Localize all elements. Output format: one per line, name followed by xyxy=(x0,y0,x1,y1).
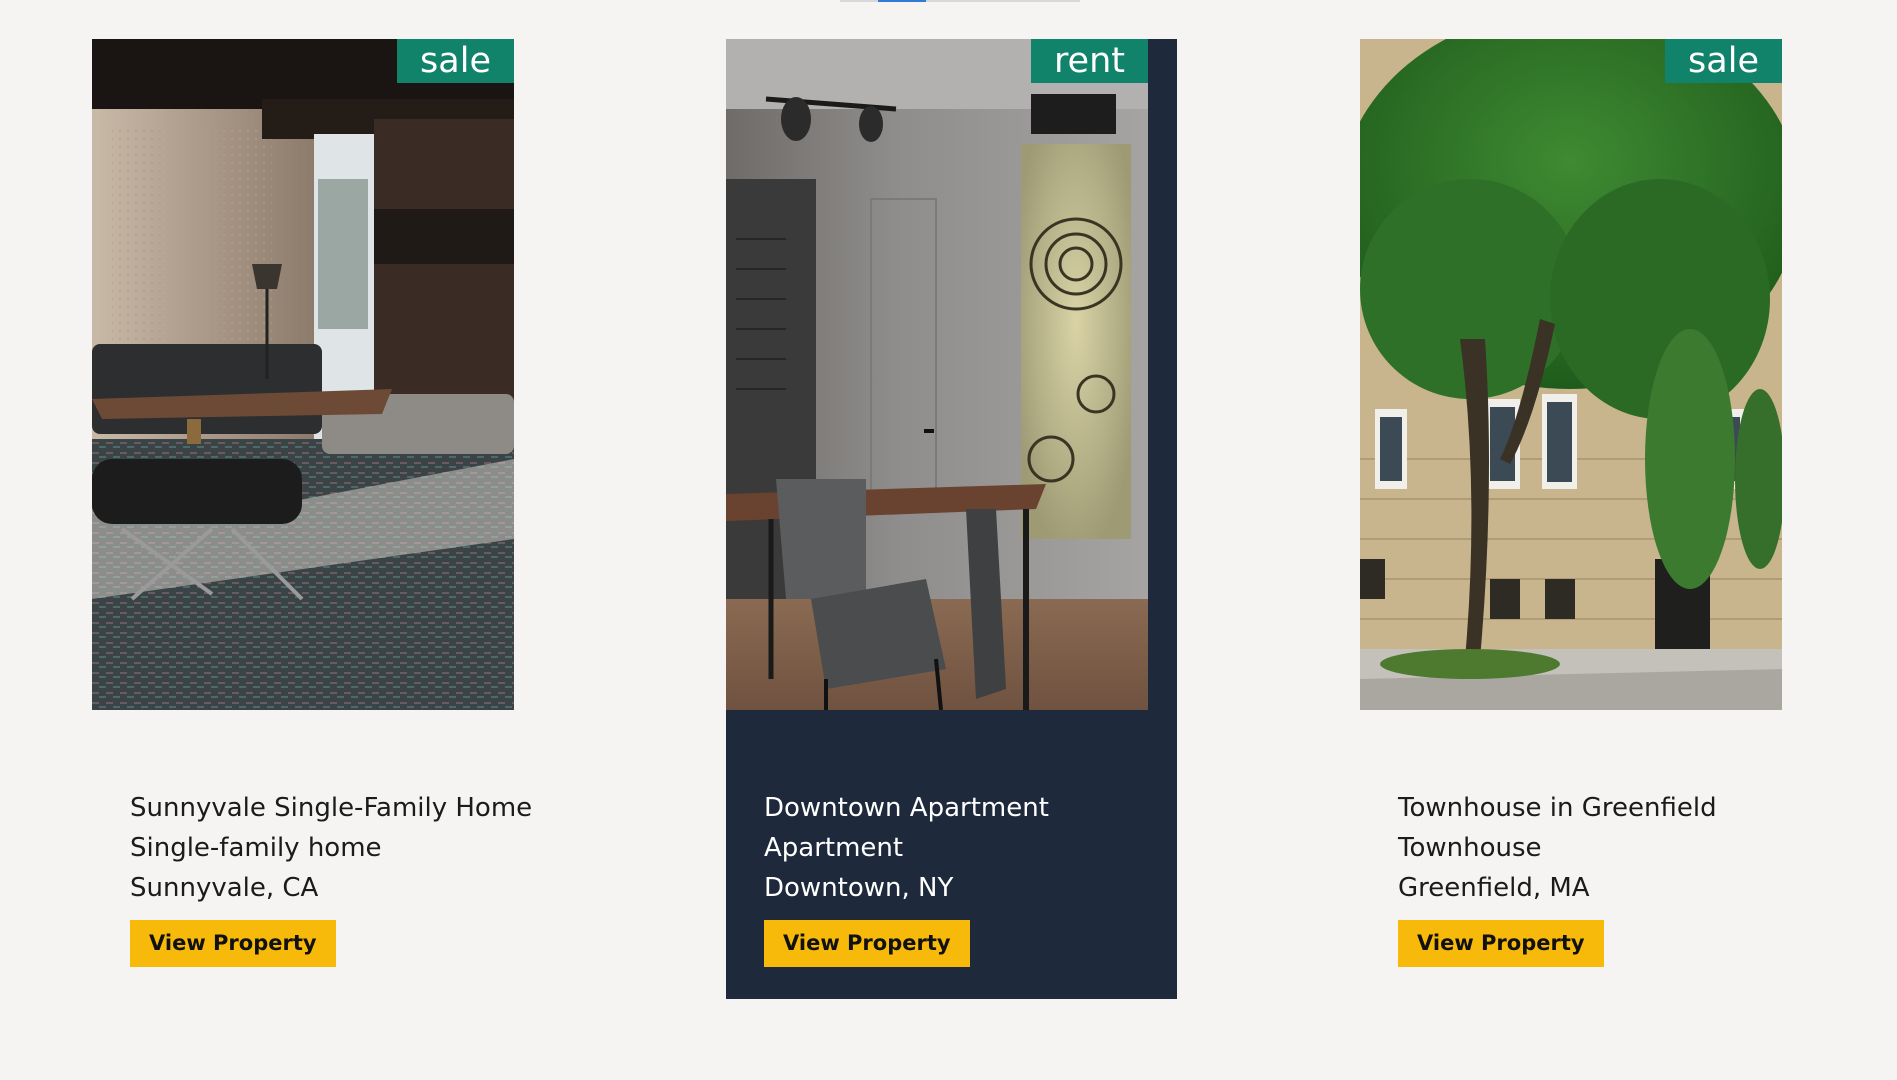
living-room-photo[interactable]: sale xyxy=(92,39,514,710)
view-property-button[interactable]: View Property xyxy=(1398,920,1604,967)
listing-location: Sunnyvale, CA xyxy=(130,873,319,903)
listing-location: Downtown, NY xyxy=(764,873,954,903)
townhouse-tree-photo[interactable]: sale xyxy=(1360,39,1782,710)
listing-title[interactable]: Downtown Apartment xyxy=(764,788,1157,828)
view-property-button[interactable]: View Property xyxy=(130,920,336,967)
property-card-sunnyvale[interactable]: sale Sunnyvale Single-Family Home Single… xyxy=(92,39,543,999)
listing-type: Apartment xyxy=(764,833,904,863)
sale-badge: sale xyxy=(1665,39,1782,83)
carousel-indicator-thumb[interactable] xyxy=(878,0,926,2)
listing-info: Sunnyvale Single-Family Home Single-fami… xyxy=(130,788,532,967)
listing-title[interactable]: Sunnyvale Single-Family Home xyxy=(130,788,532,828)
apartment-dining-photo[interactable]: rent xyxy=(726,39,1148,710)
listing-location: Greenfield, MA xyxy=(1398,873,1590,903)
rent-badge: rent xyxy=(1030,39,1148,83)
listing-type: Single-family home xyxy=(130,833,382,863)
listing-title[interactable]: Townhouse in Greenfield xyxy=(1398,788,1791,828)
property-card-greenfield[interactable]: sale Townhouse in Greenfield Townhouse G… xyxy=(1360,39,1811,999)
property-card-downtown[interactable]: rent Downtown Apartment Apartment Downto… xyxy=(726,39,1177,999)
view-property-button[interactable]: View Property xyxy=(764,920,970,967)
listing-info: Downtown Apartment Apartment Downtown, N… xyxy=(764,788,1157,967)
sale-badge: sale xyxy=(397,39,514,83)
listing-info: Townhouse in Greenfield Townhouse Greenf… xyxy=(1398,788,1791,967)
carousel-indicator[interactable] xyxy=(840,0,1080,2)
listing-type: Townhouse xyxy=(1398,833,1542,863)
